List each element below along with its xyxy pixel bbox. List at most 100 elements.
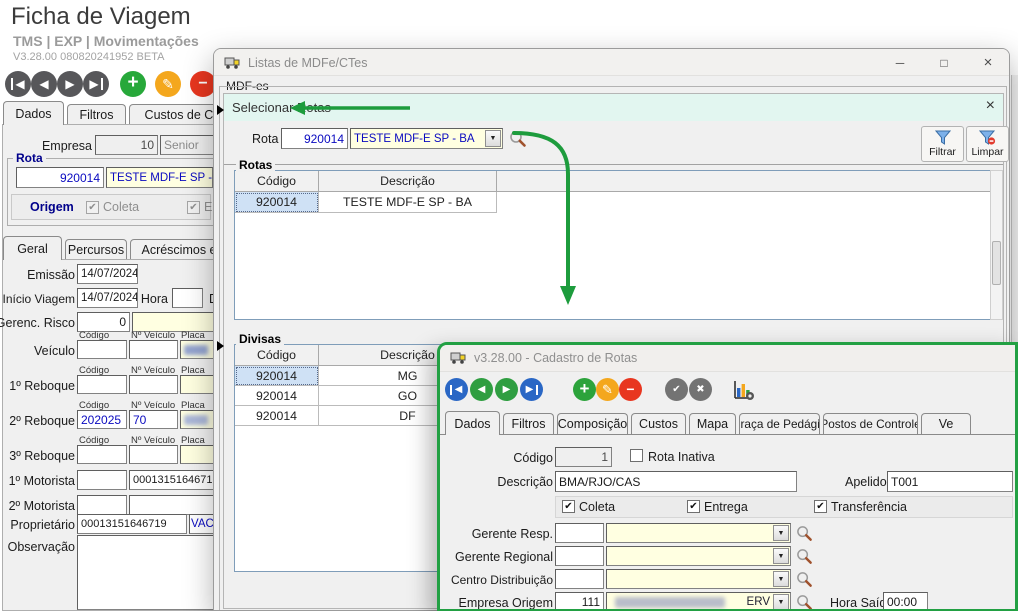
rotas-row-descricao[interactable]: TESTE MDF-E SP - BA — [319, 192, 497, 213]
rota-desc-field[interactable]: TESTE MDF-E SP - BA — [106, 167, 213, 188]
motorista1-doc-field[interactable]: 00013151646719 — [129, 470, 214, 490]
cadastro-titlebar[interactable]: v3.28.00 - Cadastro de Rotas — [440, 345, 1015, 372]
listas-titlebar[interactable]: Listas de MDFe/CTes ─ □ × — [214, 49, 1009, 76]
reboque2-codigo-field[interactable]: 202025 — [77, 410, 127, 429]
gerente-resp-combo[interactable]: ▼ — [606, 523, 791, 543]
proprietario-doc-field[interactable]: 00013151646719 — [77, 514, 187, 534]
gerenc-risco-field[interactable]: 0 — [77, 312, 130, 332]
limpar-button[interactable]: Limpar — [966, 126, 1009, 162]
reboque3-placa-field[interactable] — [180, 445, 214, 464]
first-record-button[interactable]: ◀ — [5, 71, 31, 97]
hora-field[interactable] — [172, 288, 203, 308]
divisas-row-codigo[interactable]: 920014 — [235, 366, 319, 386]
search-icon[interactable] — [796, 571, 813, 588]
reboque2-placa-field[interactable] — [180, 410, 214, 429]
tab-cadastro-filtros[interactable]: Filtros — [503, 413, 554, 434]
next-record-button[interactable]: ▶ — [495, 378, 518, 401]
tab-cadastro-mapa[interactable]: Mapa — [689, 413, 736, 434]
prev-record-button[interactable]: ◀ — [470, 378, 493, 401]
tab-cadastro-composicao[interactable]: Composição — [557, 413, 628, 434]
minimize-button[interactable]: ─ — [879, 49, 921, 76]
empresa-origem-code-field[interactable]: 111 — [555, 592, 604, 611]
hora-saida-field[interactable]: 00:00 — [883, 592, 928, 611]
combo-dropdown-button[interactable]: ▼ — [773, 548, 789, 564]
emissao-field[interactable]: 14/07/2024 — [77, 264, 138, 284]
scrollbar-thumb[interactable] — [992, 241, 1001, 285]
prev-record-button[interactable]: ◀ — [31, 71, 57, 97]
centro-distribuicao-combo[interactable]: ▼ — [606, 569, 791, 589]
search-icon[interactable] — [796, 594, 813, 611]
combo-dropdown-button[interactable]: ▼ — [773, 594, 789, 610]
reboque3-codigo-field[interactable] — [77, 445, 127, 464]
proprietario-name-field[interactable]: VAC — [189, 514, 214, 534]
table-row[interactable]: 920014 TESTE MDF-E SP - BA — [235, 192, 497, 213]
gerente-regional-code-field[interactable] — [555, 546, 604, 566]
next-record-button[interactable]: ▶ — [57, 71, 83, 97]
filtrar-button[interactable]: Filtrar — [921, 126, 964, 162]
first-record-button[interactable]: ◀ — [445, 378, 468, 401]
gerente-resp-code-field[interactable] — [555, 523, 604, 543]
search-icon[interactable] — [796, 548, 813, 565]
rota-select-combo[interactable]: TESTE MDF-E SP - BA ▼ — [350, 128, 503, 149]
veiculo-num-field[interactable] — [129, 340, 178, 359]
tab-cadastro-dados[interactable]: Dados — [445, 411, 500, 435]
combo-dropdown-button[interactable]: ▼ — [773, 525, 789, 541]
rota-combo-dropdown-button[interactable]: ▼ — [485, 130, 501, 147]
entrega-checkbox[interactable]: ✔ — [687, 500, 700, 513]
descricao-field[interactable]: BMA/RJO/CAS — [555, 471, 797, 492]
close-button[interactable]: × — [967, 49, 1009, 76]
last-record-button[interactable]: ▶ — [83, 71, 109, 97]
rota-code-field[interactable]: 920014 — [16, 167, 104, 188]
tab-cadastro-praca-pedagio[interactable]: Praça de Pedágio — [739, 413, 820, 434]
gerenc-risco-desc-field[interactable] — [132, 312, 214, 332]
reboque1-placa-field[interactable] — [180, 375, 214, 394]
search-icon[interactable] — [796, 525, 813, 542]
maximize-button[interactable]: □ — [923, 49, 965, 76]
observacao-textarea[interactable] — [77, 535, 214, 610]
tab-cadastro-veiculos[interactable]: Ve — [921, 413, 971, 434]
transferencia-checkbox[interactable]: ✔ — [814, 500, 827, 513]
panel-close-button[interactable]: × — [986, 97, 995, 115]
add-button[interactable]: + — [120, 71, 146, 97]
confirm-button[interactable]: ✔ — [665, 378, 688, 401]
inicio-viagem-field[interactable]: 14/07/2024 — [77, 288, 138, 308]
combo-dropdown-button[interactable]: ▼ — [773, 571, 789, 587]
delete-button[interactable]: − — [619, 378, 642, 401]
divisas-col-codigo[interactable]: Código — [235, 345, 319, 366]
rotas-col-codigo[interactable]: Código — [235, 171, 319, 192]
scrollbar-track[interactable] — [990, 170, 1003, 320]
chart-settings-icon[interactable] — [733, 379, 755, 401]
coleta-checkbox[interactable]: ✔ — [562, 500, 575, 513]
reboque3-num-field[interactable] — [129, 445, 178, 464]
centro-distribuicao-code-field[interactable] — [555, 569, 604, 589]
entrega-checkbox[interactable]: ✔ — [187, 201, 200, 214]
add-button[interactable]: + — [573, 378, 596, 401]
empresa-name-field[interactable]: Senior — [160, 135, 214, 155]
cancel-button[interactable]: ✖ — [689, 378, 712, 401]
coleta-checkbox[interactable]: ✔ — [86, 201, 99, 214]
motorista2-doc-field[interactable] — [129, 495, 214, 515]
last-record-button[interactable]: ▶ — [520, 378, 543, 401]
reboque2-num-field[interactable]: 70 — [129, 410, 178, 429]
empresa-code-field[interactable]: 10 — [95, 135, 158, 155]
gerente-regional-combo[interactable]: ▼ — [606, 546, 791, 566]
veiculo-codigo-field[interactable] — [77, 340, 127, 359]
tab-filtros[interactable]: Filtros — [67, 104, 126, 125]
tab-dados[interactable]: Dados — [3, 101, 64, 125]
rota-inativa-checkbox[interactable] — [630, 449, 643, 462]
rotas-row-codigo[interactable]: 920014 — [235, 192, 319, 213]
motorista2-codigo-field[interactable] — [77, 495, 127, 515]
rotas-col-descricao[interactable]: Descrição — [319, 171, 497, 192]
tab-percursos[interactable]: Percursos — [65, 239, 127, 260]
divisas-row-codigo[interactable]: 920014 — [235, 386, 319, 406]
reboque1-num-field[interactable] — [129, 375, 178, 394]
apelido-field[interactable]: T001 — [887, 471, 1013, 492]
edit-button[interactable]: ✎ — [155, 71, 181, 97]
edit-button[interactable]: ✎ — [596, 378, 619, 401]
codigo-field[interactable]: 1 — [555, 447, 612, 467]
motorista1-codigo-field[interactable] — [77, 470, 127, 490]
veiculo-placa-field[interactable] — [180, 340, 214, 359]
rota-select-code-field[interactable]: 920014 — [281, 128, 348, 149]
divisas-row-codigo[interactable]: 920014 — [235, 406, 319, 426]
tab-cadastro-postos-controle[interactable]: Postos de Controle — [823, 413, 918, 434]
